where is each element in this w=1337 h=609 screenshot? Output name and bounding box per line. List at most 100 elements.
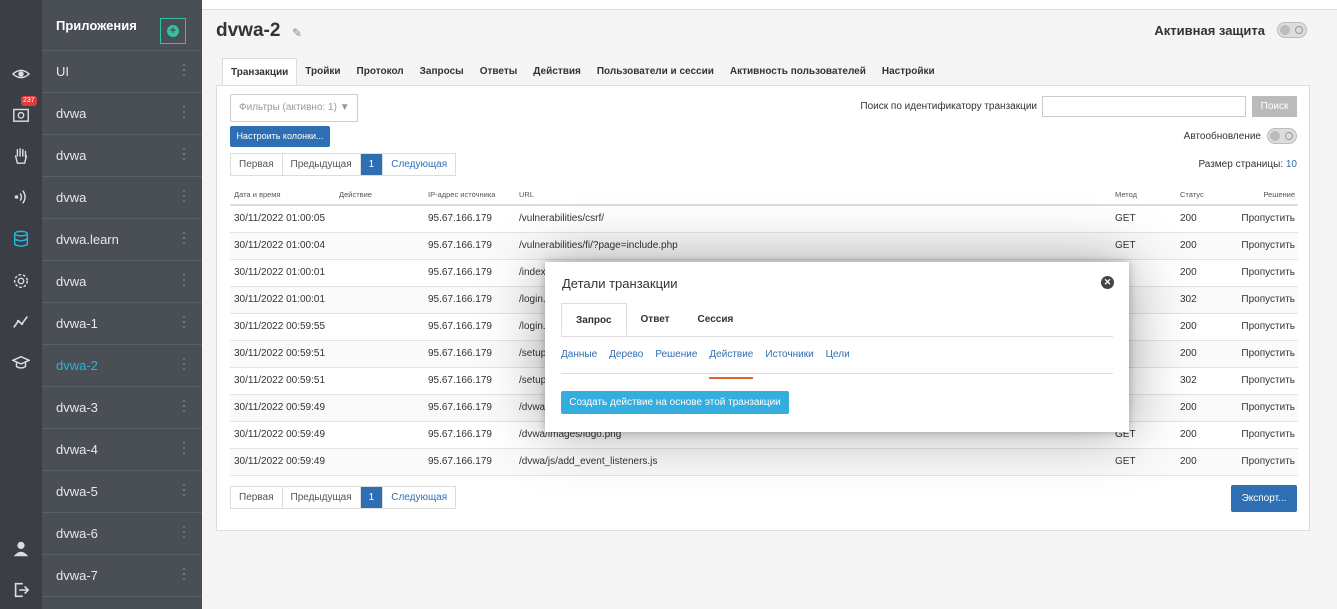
app-item[interactable]: dvwa.learn	[42, 219, 202, 261]
table-cell: 95.67.166.179	[424, 286, 515, 314]
table-cell: Пропустить	[1236, 259, 1298, 287]
table-row[interactable]: 30/11/2022 01:00:05 95.67.166.179/vulnera…	[230, 205, 1298, 233]
user-icon[interactable]	[9, 537, 33, 561]
table-cell: Пропустить	[1236, 205, 1298, 233]
modal-subtabs: Данные Дерево Решение Действие Источники Цели	[561, 342, 1113, 379]
table-cell: 200	[1176, 421, 1236, 449]
table-cell: GET	[1111, 232, 1176, 260]
eye-icon[interactable]	[9, 62, 33, 86]
pager-prev[interactable]: Предыдущая	[283, 487, 361, 508]
app-item[interactable]: dvwa-4	[42, 429, 202, 471]
app-item[interactable]: UI	[42, 51, 202, 93]
table-cell: Пропустить	[1236, 286, 1298, 314]
modal-subtab[interactable]: Цели	[826, 342, 850, 373]
more-dots-icon[interactable]	[183, 400, 186, 412]
pager-next[interactable]: Следующая	[383, 154, 455, 175]
tab[interactable]: Действия	[525, 58, 589, 86]
transaction-id-search-input[interactable]	[1042, 96, 1246, 117]
tab[interactable]: Настройки	[874, 58, 943, 86]
app-item[interactable]: dvwa-3	[42, 387, 202, 429]
close-icon[interactable]: ✕	[1101, 276, 1114, 289]
auto-refresh-toggle[interactable]	[1267, 128, 1297, 144]
more-dots-icon[interactable]	[183, 568, 186, 580]
more-dots-icon[interactable]	[183, 64, 186, 76]
app-item-label: dvwa	[56, 190, 87, 205]
app-item[interactable]: dvwa-6	[42, 513, 202, 555]
modal-subtab[interactable]: Источники	[765, 342, 813, 373]
modal-tab[interactable]: Ответ	[627, 303, 684, 336]
modal-tab[interactable]: Сессия	[684, 303, 748, 336]
tab[interactable]: Транзакции	[222, 58, 298, 86]
logout-icon[interactable]	[9, 578, 33, 602]
app-item[interactable]: dvwa	[42, 177, 202, 219]
more-dots-icon[interactable]	[183, 526, 186, 538]
more-dots-icon[interactable]	[183, 190, 186, 202]
page-size-value[interactable]: 10	[1286, 159, 1297, 170]
table-cell: 30/11/2022 00:59:49	[230, 394, 335, 422]
column-header[interactable]: URL	[515, 184, 1111, 206]
table-cell: /vulnerabilities/csrf/	[515, 205, 1111, 233]
edit-pencil-icon[interactable]: ✎	[292, 26, 302, 40]
main-tabs: Транзакции Тройки Протокол Запросы Ответы Дей…	[222, 58, 943, 86]
column-header[interactable]: Метод	[1111, 184, 1176, 206]
table-row[interactable]: 30/11/2022 01:00:04 95.67.166.179/vulnera…	[230, 232, 1298, 260]
gear-icon[interactable]	[9, 269, 33, 293]
table-cell: 30/11/2022 01:00:04	[230, 232, 335, 260]
column-header[interactable]: Дата и время	[230, 184, 335, 206]
modal-subtab[interactable]: Решение	[655, 342, 697, 373]
more-dots-icon[interactable]	[183, 358, 186, 370]
app-item[interactable]: dvwa	[42, 135, 202, 177]
more-dots-icon[interactable]	[183, 484, 186, 496]
tab[interactable]: Тройки	[297, 58, 348, 86]
export-button[interactable]: Экспорт...	[1231, 485, 1297, 512]
tab[interactable]: Активность пользователей	[722, 58, 874, 86]
pager-prev[interactable]: Предыдущая	[283, 154, 361, 175]
tab[interactable]: Протокол	[349, 58, 412, 86]
app-item[interactable]: dvwa-5	[42, 471, 202, 513]
app-item[interactable]: dvwa	[42, 261, 202, 303]
pager-current[interactable]: 1	[360, 487, 384, 508]
app-item[interactable]: dvwa	[42, 93, 202, 135]
more-dots-icon[interactable]	[183, 442, 186, 454]
filters-dropdown[interactable]: Фильтры (активно: 1) ▼	[230, 94, 358, 122]
modal-subtab[interactable]: Дерево	[609, 342, 643, 373]
pager-next[interactable]: Следующая	[383, 487, 455, 508]
tab[interactable]: Пользователи и сессии	[589, 58, 722, 86]
hand-icon[interactable]	[9, 144, 33, 168]
search-button[interactable]: Поиск	[1252, 96, 1297, 117]
column-header[interactable]: Статус	[1176, 184, 1236, 206]
app-item-label: dvwa	[56, 148, 87, 163]
tab[interactable]: Запросы	[412, 58, 472, 86]
modal-tab[interactable]: Запрос	[561, 303, 627, 336]
app-item-label: dvwa-6	[56, 526, 98, 541]
table-cell: 95.67.166.179	[424, 340, 515, 368]
table-cell	[335, 205, 424, 233]
pager-first[interactable]: Первая	[231, 154, 283, 175]
pager-current[interactable]: 1	[360, 154, 384, 175]
table-row[interactable]: 30/11/2022 00:59:49 95.67.166.179/dvwa/js…	[230, 448, 1298, 476]
app-item[interactable]: dvwa-7	[42, 555, 202, 597]
modal-subtab[interactable]: Действие	[709, 342, 753, 379]
column-header[interactable]: Решение	[1236, 184, 1298, 206]
tab[interactable]: Ответы	[472, 58, 526, 86]
more-dots-icon[interactable]	[183, 316, 186, 328]
modal-subtab[interactable]: Данные	[561, 342, 597, 373]
pager-first[interactable]: Первая	[231, 487, 283, 508]
protection-toggle[interactable]	[1277, 22, 1307, 38]
graduation-icon[interactable]	[9, 351, 33, 375]
column-header[interactable]: Действие	[335, 184, 424, 206]
app-item[interactable]: dvwa-2	[42, 345, 202, 387]
camera-icon[interactable]: 237	[9, 96, 37, 126]
column-header[interactable]: IP-адрес источника	[424, 184, 515, 206]
database-icon[interactable]	[9, 227, 33, 251]
signal-icon[interactable]	[9, 185, 33, 209]
more-dots-icon[interactable]	[183, 148, 186, 160]
create-action-button[interactable]: Создать действие на основе этой транзакц…	[561, 391, 789, 414]
more-dots-icon[interactable]	[183, 232, 186, 244]
more-dots-icon[interactable]	[183, 274, 186, 286]
add-app-button[interactable]: +	[160, 18, 186, 44]
configure-columns-button[interactable]: Настроить колонки...	[230, 126, 330, 147]
app-item[interactable]: dvwa-1	[42, 303, 202, 345]
more-dots-icon[interactable]	[183, 106, 186, 118]
chart-icon[interactable]	[9, 310, 33, 334]
